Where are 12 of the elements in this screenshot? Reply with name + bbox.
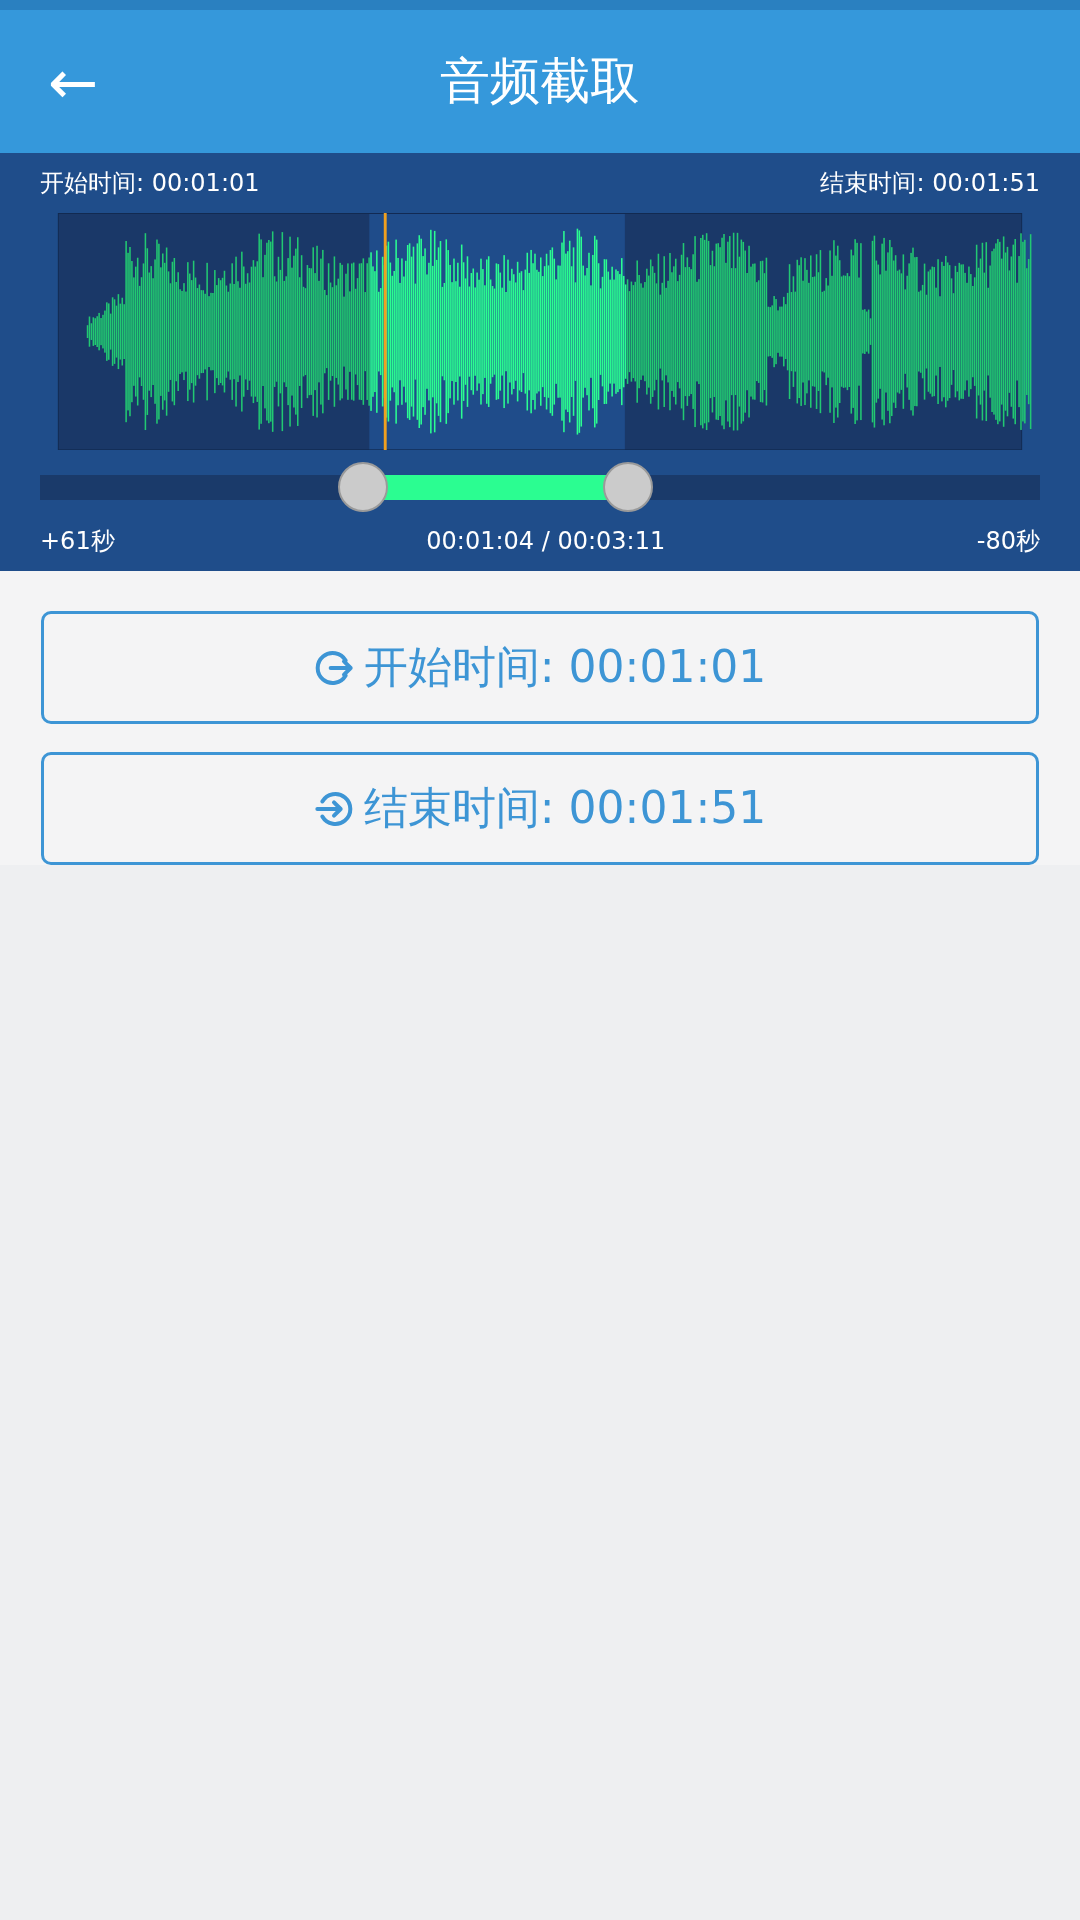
back-button[interactable]: ← (40, 45, 107, 118)
slider-handle[interactable] (338, 462, 388, 513)
start-time-label: 开始时间: 00:01:01 (40, 167, 260, 199)
range-slider-track[interactable] (40, 474, 1040, 500)
start-offset: +61秒 (40, 526, 115, 558)
end-offset: -80秒 (976, 526, 1040, 558)
end-time-label: 结束时间: 00:01:51 (820, 167, 1040, 199)
slider-handle[interactable] (603, 462, 653, 513)
screen-title: 音频截取 (440, 51, 640, 112)
set-end-button[interactable]: 结束时间: 00:01:51 (41, 752, 1039, 865)
set-start-button[interactable]: 开始时间: 00:01:01 (41, 611, 1039, 724)
playback-position: 00:01:04 / 00:03:11 (426, 527, 666, 556)
